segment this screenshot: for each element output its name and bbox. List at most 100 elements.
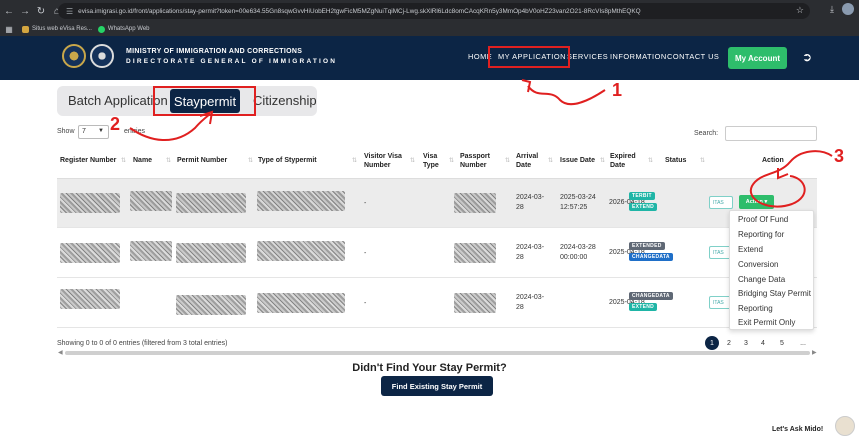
status-badge: EXTEND bbox=[629, 303, 658, 311]
status-badge: TERBIT bbox=[629, 192, 655, 200]
redacted-register-number bbox=[60, 193, 120, 213]
th-expired-date[interactable]: Expired Date bbox=[610, 152, 638, 170]
sort-icon[interactable]: ⇅ bbox=[352, 157, 357, 164]
page-2[interactable]: 2 bbox=[722, 336, 736, 350]
menu-item-exit-permit-only[interactable]: Exit Permit Only bbox=[738, 318, 795, 327]
site-info-icon[interactable]: ☰ bbox=[66, 7, 73, 16]
search-label: Search: bbox=[694, 130, 719, 137]
menu-item-change-data[interactable]: Change Data bbox=[738, 275, 785, 284]
sort-icon[interactable]: ⇅ bbox=[449, 157, 454, 164]
annotation-number-1: 1 bbox=[612, 80, 623, 100]
sort-icon[interactable]: ⇅ bbox=[700, 157, 705, 164]
redacted-permit-number bbox=[176, 243, 246, 263]
back-icon[interactable]: ← bbox=[2, 6, 16, 17]
evisa-favicon-icon bbox=[22, 25, 29, 33]
th-name[interactable]: Name bbox=[133, 156, 152, 165]
search-input[interactable] bbox=[725, 126, 817, 141]
nav-contact-us[interactable]: CONTACT US bbox=[667, 52, 719, 61]
redacted-name bbox=[130, 241, 172, 261]
status-badge: CHANGEDATA bbox=[629, 292, 673, 300]
scroll-left-icon[interactable]: ◀ bbox=[58, 349, 63, 356]
page-3[interactable]: 3 bbox=[739, 336, 753, 350]
not-found-heading: Didn't Find Your Stay Permit? bbox=[352, 362, 507, 374]
profile-avatar[interactable] bbox=[842, 3, 854, 15]
th-issue-date[interactable]: Issue Date bbox=[560, 156, 595, 165]
th-status[interactable]: Status bbox=[665, 156, 686, 165]
redacted-permit-number bbox=[176, 193, 246, 213]
redacted-passport-number bbox=[454, 243, 496, 263]
immigration-logo-icon bbox=[90, 44, 114, 68]
sort-icon[interactable]: ⇅ bbox=[410, 157, 415, 164]
th-passport-number[interactable]: Passport Number bbox=[460, 152, 500, 170]
annotation-arrowhead-3 bbox=[777, 168, 789, 180]
find-existing-stay-permit-button[interactable]: Find Existing Stay Permit bbox=[381, 376, 493, 396]
ministry-emblem-icon bbox=[62, 44, 86, 68]
status-badge: CHANGEDATA bbox=[629, 253, 673, 261]
download-icon[interactable]: ⤓ bbox=[830, 4, 834, 15]
entries-per-page-value: 7 bbox=[82, 128, 86, 135]
status-badge: EXTEND bbox=[629, 203, 658, 211]
visitor-visa-number: - bbox=[364, 300, 367, 307]
th-visa-type[interactable]: Visa Type bbox=[423, 152, 445, 170]
page-1[interactable]: 1 bbox=[705, 336, 719, 350]
action-dropdown-button[interactable]: Action ▾ bbox=[739, 195, 774, 209]
menu-item-reporting-for[interactable]: Reporting for bbox=[738, 230, 784, 239]
page-ellipsis: ... bbox=[800, 339, 806, 347]
entries-label: entries bbox=[124, 128, 146, 135]
table-row: - 2024-03-28 2024-03-28 00:00:00 2025-04… bbox=[57, 229, 817, 278]
bookmarks-bar: ▦ Situs web eVisa Res... WhatsApp Web bbox=[0, 22, 859, 36]
sort-icon[interactable]: ⇅ bbox=[548, 157, 553, 164]
redacted-register-number bbox=[60, 289, 120, 309]
redacted-type bbox=[257, 241, 345, 261]
visitor-visa-number: - bbox=[364, 250, 367, 257]
nav-information[interactable]: INFORMATION bbox=[610, 52, 667, 61]
redacted-register-number bbox=[60, 243, 120, 263]
page-4[interactable]: 4 bbox=[756, 336, 770, 350]
menu-item-conversion[interactable]: Conversion bbox=[738, 260, 778, 269]
th-permit-number[interactable]: Permit Number bbox=[177, 156, 227, 165]
bookmark-whatsapp[interactable]: WhatsApp Web bbox=[97, 25, 150, 33]
nav-services[interactable]: SERVICES bbox=[567, 52, 608, 61]
entries-per-page-select[interactable]: 7 ▼ bbox=[78, 125, 109, 139]
reload-icon[interactable]: ↻ bbox=[34, 6, 48, 17]
redacted-type bbox=[257, 293, 345, 313]
chat-avatar-icon[interactable] bbox=[835, 416, 855, 436]
sort-icon[interactable]: ⇅ bbox=[648, 157, 653, 164]
itas-button[interactable]: ITAS bbox=[709, 196, 733, 209]
tab-citizenship[interactable]: Citizenship bbox=[253, 93, 317, 108]
th-type-of-staypermit[interactable]: Type of Stypermit bbox=[258, 156, 317, 165]
menu-item-extend[interactable]: Extend bbox=[738, 245, 763, 254]
site-header: MINISTRY OF IMMIGRATION AND CORRECTIONS … bbox=[0, 36, 859, 80]
url-bar[interactable]: ☰ evisa.imigrasi.go.id/front/application… bbox=[58, 3, 810, 19]
forward-icon[interactable]: → bbox=[18, 6, 32, 17]
annotation-number-2: 2 bbox=[110, 114, 121, 134]
menu-item-reporting[interactable]: Reporting bbox=[738, 304, 773, 313]
sort-icon[interactable]: ⇅ bbox=[166, 157, 171, 164]
sort-icon[interactable]: ⇅ bbox=[505, 157, 510, 164]
sort-icon[interactable]: ⇅ bbox=[600, 157, 605, 164]
th-register-number[interactable]: Register Number bbox=[60, 156, 116, 165]
browser-chrome: ← → ↻ ⌂ ☰ evisa.imigrasi.go.id/front/app… bbox=[0, 0, 859, 36]
bookmark-star-icon[interactable]: ☆ bbox=[796, 5, 804, 16]
logout-icon[interactable]: ➲ bbox=[802, 50, 812, 64]
th-visitor-visa-number[interactable]: Visitor Visa Number bbox=[364, 152, 408, 170]
page-5[interactable]: 5 bbox=[775, 336, 789, 350]
url-text: evisa.imigrasi.go.id/front/applications/… bbox=[78, 7, 641, 15]
my-account-button[interactable]: My Account bbox=[728, 47, 787, 69]
chat-label[interactable]: Let's Ask Mido! bbox=[772, 426, 823, 433]
visitor-visa-number: - bbox=[364, 200, 367, 207]
sort-icon[interactable]: ⇅ bbox=[248, 157, 253, 164]
issue-date: 2025-03-24 12:57:25 bbox=[560, 194, 596, 211]
menu-item-proof-of-fund[interactable]: Proof Of Fund bbox=[738, 215, 788, 224]
th-arrival-date[interactable]: Arrival Date bbox=[516, 152, 546, 170]
redacted-type bbox=[257, 191, 345, 211]
scroll-right-icon[interactable]: ▶ bbox=[812, 349, 817, 356]
menu-item-bridging-stay-permit[interactable]: Bridging Stay Permit bbox=[738, 289, 811, 298]
sort-icon[interactable]: ⇅ bbox=[121, 157, 126, 164]
table-row: - 2024-03-28 2025-04-18 CHANGEDATA EXTEN… bbox=[57, 279, 817, 328]
apps-grid-icon[interactable]: ▦ bbox=[2, 25, 16, 34]
ministry-title: MINISTRY OF IMMIGRATION AND CORRECTIONS bbox=[126, 48, 303, 55]
redacted-passport-number bbox=[454, 293, 496, 313]
bookmark-evisa[interactable]: Situs web eVisa Res... bbox=[22, 25, 92, 33]
horizontal-scrollbar[interactable] bbox=[65, 351, 810, 355]
